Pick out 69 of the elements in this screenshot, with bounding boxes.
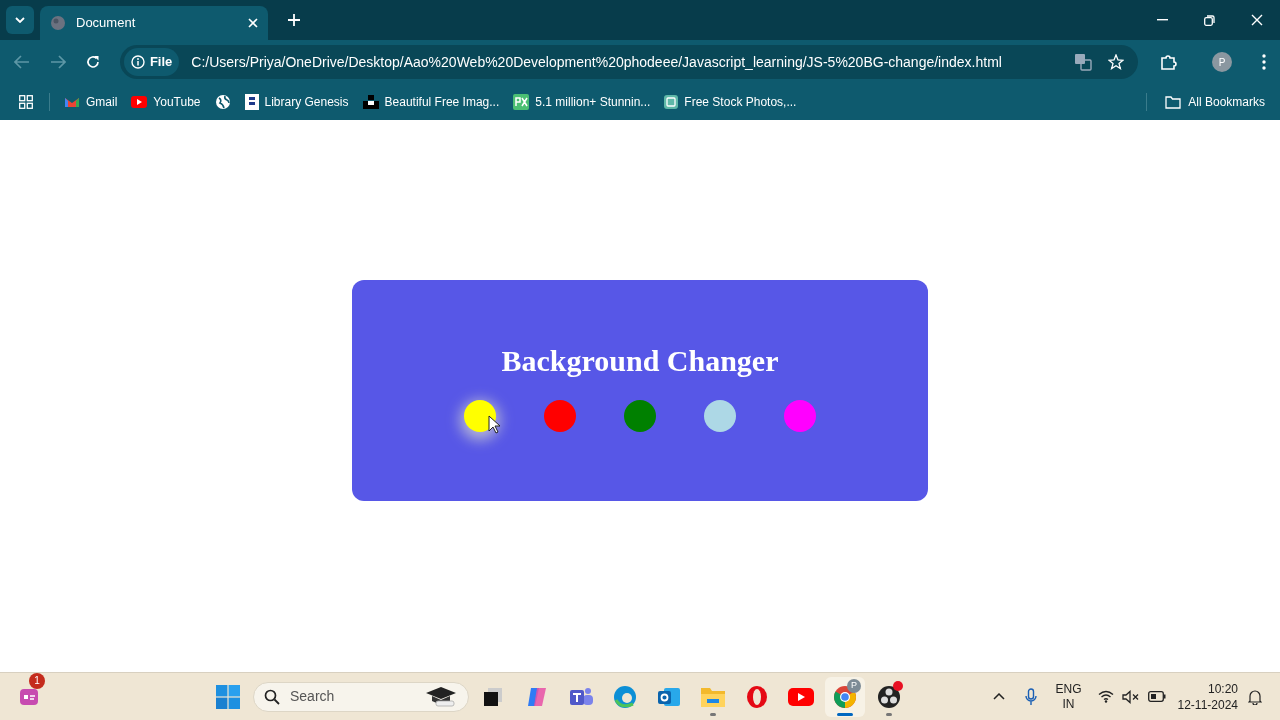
restore-icon[interactable] — [1204, 14, 1215, 26]
photo-icon — [664, 95, 679, 109]
apps-grid-icon[interactable] — [19, 95, 33, 109]
muted-speaker-icon[interactable] — [1121, 689, 1140, 704]
info-icon — [130, 55, 145, 69]
mouse-cursor-icon — [488, 414, 501, 434]
search-icon — [264, 688, 280, 705]
translate-icon[interactable] — [1074, 53, 1093, 71]
running-indicator — [837, 712, 853, 716]
notification-badge: 1 — [29, 672, 45, 689]
chevron-up-icon[interactable] — [993, 693, 1006, 700]
taskbar-app-button[interactable]: P — [825, 676, 865, 717]
microphone-icon[interactable] — [1025, 687, 1038, 706]
bookmark-item[interactable]: Library Genesis — [244, 93, 349, 111]
all-bookmarks-button[interactable]: All Bookmarks — [1165, 93, 1265, 111]
px-logo-icon — [513, 94, 530, 110]
folder-icon — [700, 685, 726, 708]
book-icon — [244, 94, 259, 110]
folder-icon — [1165, 95, 1182, 109]
opera-icon — [745, 684, 769, 709]
running-indicator — [710, 712, 716, 716]
color-swatch[interactable] — [784, 399, 816, 432]
color-swatch[interactable] — [624, 399, 656, 432]
address-bar[interactable]: File C:/Users/Priya/OneDrive/Desktop/Aao%20Web%20Development%20phodeee/Javascript_learning/JS-5%20BG-change/index.html — [119, 45, 1139, 79]
battery-icon[interactable] — [1147, 691, 1166, 702]
widgets-icon[interactable] — [20, 688, 38, 705]
url-text: C:/Users/Priya/OneDrive/Desktop/Aao%20Web%20Development%20phodeee/Javascript_learning/JS-5%20BG-change/index.html — [191, 52, 1003, 72]
edge-icon — [613, 684, 637, 709]
site-info-chip[interactable]: File — [123, 48, 180, 76]
graduation-cap-icon — [424, 685, 458, 708]
obs-icon — [877, 684, 901, 709]
scheme-label: File — [149, 53, 173, 72]
globe-icon — [50, 15, 66, 31]
task-view-icon — [482, 685, 504, 708]
tab-list-button[interactable] — [6, 6, 34, 34]
reload-icon[interactable] — [85, 55, 100, 69]
new-tab-icon[interactable] — [288, 14, 300, 26]
minimize-icon[interactable] — [1157, 19, 1168, 21]
globe-icon[interactable] — [214, 94, 231, 110]
tab-title: Document — [76, 14, 137, 33]
mail-icon — [64, 96, 80, 108]
card-title: Background Changer — [501, 345, 779, 376]
extensions-icon[interactable] — [1160, 53, 1179, 71]
camera-icon — [362, 95, 379, 109]
bookmark-item[interactable]: Beautiful Free Imag... — [362, 93, 500, 111]
search-box[interactable]: Search — [253, 681, 469, 712]
close-icon[interactable] — [248, 18, 258, 28]
star-icon[interactable] — [1108, 54, 1125, 70]
notification-bell-icon[interactable] — [1248, 688, 1262, 705]
color-swatch[interactable] — [704, 399, 736, 432]
bookmark-item[interactable]: Gmail — [64, 93, 118, 111]
profile-badge: P — [847, 678, 861, 693]
close-icon[interactable] — [1251, 14, 1263, 26]
bookmark-item[interactable]: YouTube — [131, 93, 201, 111]
play-icon — [788, 687, 814, 706]
clock[interactable]: 10:20 12-11-2024 — [1177, 680, 1238, 713]
search-field[interactable]: Search — [290, 686, 400, 707]
color-swatch[interactable] — [464, 399, 496, 432]
running-indicator — [886, 712, 892, 716]
wifi-icon[interactable] — [1097, 690, 1114, 703]
menu-icon[interactable] — [1262, 54, 1266, 70]
browser-tab[interactable]: Document — [40, 6, 268, 40]
chevron-down-icon — [15, 17, 25, 23]
windows-start-icon[interactable] — [216, 684, 240, 709]
language-indicator[interactable]: ENG IN — [1055, 681, 1082, 712]
bookmark-item[interactable]: Free Stock Photos,... — [664, 93, 797, 111]
color-swatch[interactable] — [544, 399, 576, 432]
play-icon — [131, 96, 148, 108]
bookmark-item[interactable]: 5.1 million+ Stunnin... — [513, 93, 651, 111]
